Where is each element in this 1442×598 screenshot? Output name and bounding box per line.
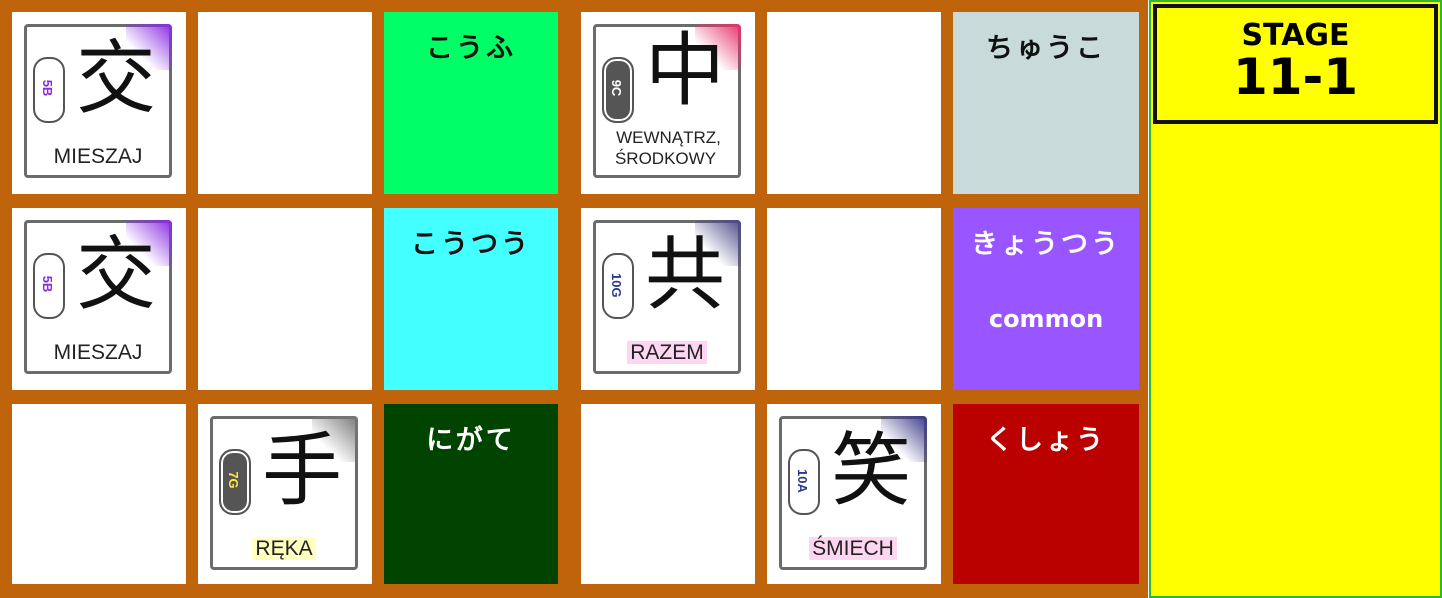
kanji-meaning-text: MIESZAJ [50, 145, 146, 168]
kana-reading: くしょう [986, 425, 1106, 456]
kanji-card[interactable]: 5B 交 MIESZAJ [24, 24, 172, 178]
board-cell-kana-tile[interactable]: こうつう [384, 208, 558, 390]
kana-meaning: common [988, 305, 1104, 333]
kanji-character: 笑 [831, 424, 911, 517]
kanji-meaning-text: WEWNĄTRZ, ŚRODKOWY [613, 128, 721, 168]
board-cell-empty[interactable] [581, 404, 755, 584]
kanji-meaning: ŚMIECH [784, 537, 922, 561]
board-cell-kana-tile[interactable]: くしょう [953, 404, 1139, 584]
kanji-meaning-text: MIESZAJ [50, 341, 146, 364]
board-cell-empty[interactable] [767, 12, 941, 194]
stage-number: 11-1 [1232, 48, 1359, 106]
kanji-meaning: RĘKA [215, 537, 353, 561]
kana-reading: こうつう [411, 229, 531, 260]
kanji-card[interactable]: 5B 交 MIESZAJ [24, 220, 172, 374]
grade-label: 7G [226, 471, 241, 489]
kanji-meaning: RAZEM [598, 341, 736, 365]
kanji-card[interactable]: 10G 共 RAZEM [593, 220, 741, 374]
kanji-card[interactable]: 9C 中 WEWNĄTRZ, ŚRODKOWY [593, 24, 741, 178]
game-board: 5B 交 MIESZAJ こうふ 9C 中 WEWNĄTRZ, ŚRODKOWY… [0, 0, 1148, 598]
kanji-character: 交 [76, 32, 156, 125]
board-cell-empty[interactable] [198, 12, 372, 194]
kanji-card[interactable]: 10A 笑 ŚMIECH [779, 416, 927, 570]
kana-reading: こうふ [426, 33, 516, 64]
board-cell-kanji-3[interactable]: 5B 交 MIESZAJ [12, 208, 186, 390]
kana-reading: ちゅうこ [986, 33, 1106, 64]
grade-label: 10A [795, 469, 810, 493]
board-cell-empty[interactable] [198, 208, 372, 390]
kana-reading: にがて [426, 425, 516, 456]
kanji-character: 交 [76, 228, 156, 321]
board-cell-kana-tile[interactable]: きょうつう common [953, 208, 1139, 390]
grade-label: 9C [609, 79, 624, 97]
board-cell-empty[interactable] [12, 404, 186, 584]
kanji-meaning: MIESZAJ [29, 341, 167, 365]
kanji-card[interactable]: 7G 手 RĘKA [210, 416, 358, 570]
kana-reading: きょうつう [971, 229, 1121, 260]
board-cell-kana-tile[interactable]: ちゅうこ [953, 12, 1139, 194]
grade-label: 5B [40, 275, 55, 293]
board-cell-kanji-4[interactable]: 10G 共 RAZEM [581, 208, 755, 390]
kanji-meaning-text: RĘKA [252, 537, 316, 560]
stage-panel: STAGE 11-1 [1149, 0, 1442, 598]
kanji-character: 手 [262, 424, 342, 517]
kanji-meaning: WEWNĄTRZ, ŚRODKOWY [598, 127, 736, 169]
board-cell-kanji-1[interactable]: 5B 交 MIESZAJ [12, 12, 186, 194]
kanji-meaning: MIESZAJ [29, 145, 167, 169]
board-cell-empty[interactable] [767, 208, 941, 390]
kanji-meaning-text: RAZEM [627, 341, 707, 364]
board-cell-kanji-5[interactable]: 7G 手 RĘKA [198, 404, 372, 584]
stage-header: STAGE 11-1 [1153, 4, 1438, 124]
board-cell-kanji-6[interactable]: 10A 笑 ŚMIECH [767, 404, 941, 584]
grade-label: 10G [609, 273, 624, 298]
kanji-meaning-text: ŚMIECH [809, 537, 897, 560]
kanji-character: 共 [645, 228, 725, 321]
kanji-character: 中 [645, 24, 725, 117]
grade-label: 5B [40, 79, 55, 97]
board-cell-kana-tile[interactable]: こうふ [384, 12, 558, 194]
board-cell-kana-tile[interactable]: にがて [384, 404, 558, 584]
board-cell-kanji-2[interactable]: 9C 中 WEWNĄTRZ, ŚRODKOWY [581, 12, 755, 194]
